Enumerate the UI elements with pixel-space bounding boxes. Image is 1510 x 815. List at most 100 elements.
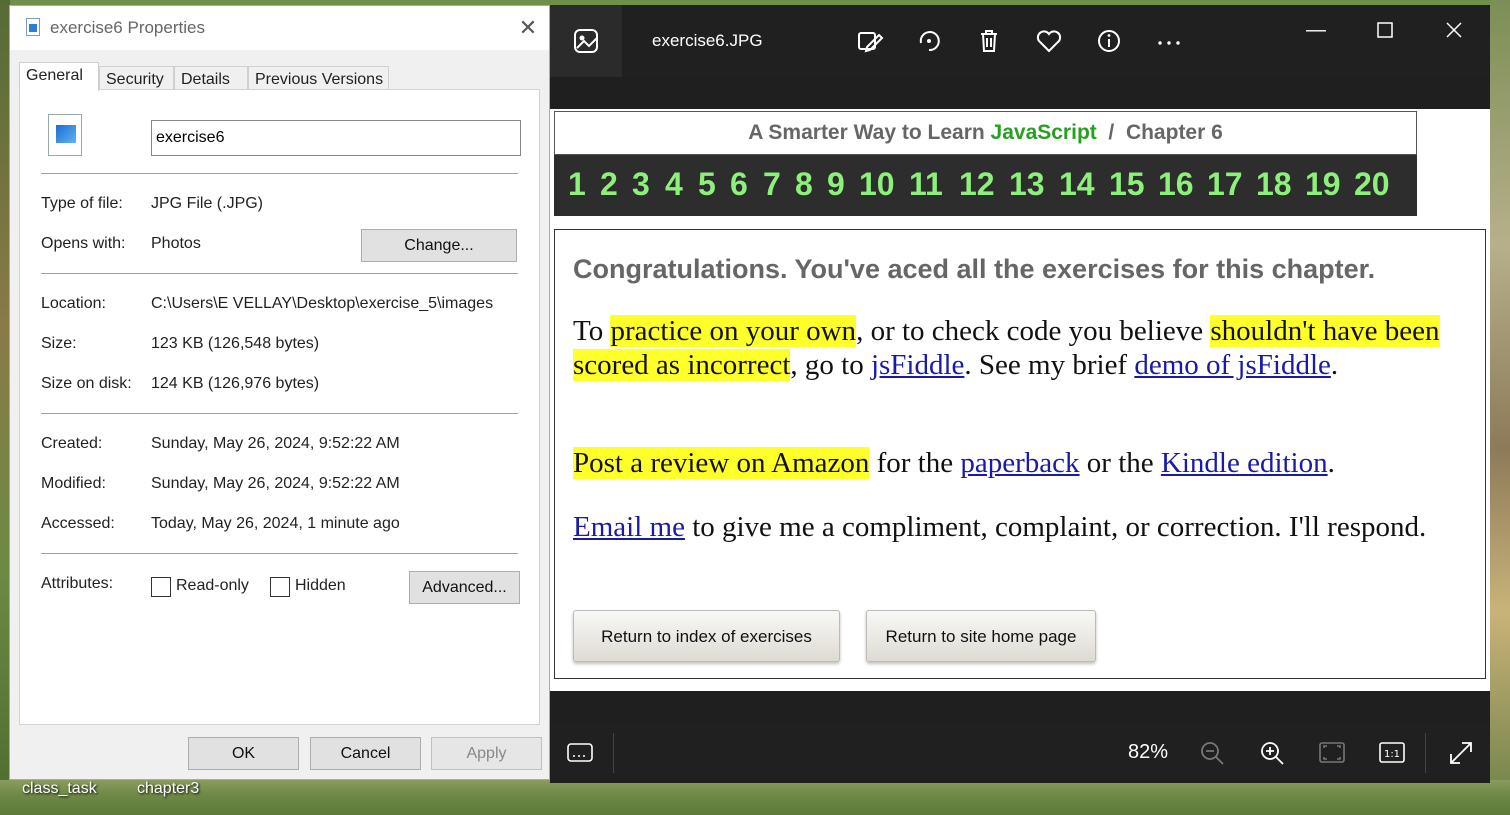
chapter-link[interactable]: 3 [632,166,650,203]
hidden-label: Hidden [295,577,346,594]
chapter-link[interactable]: 18 [1256,166,1292,203]
kindle-edition-link[interactable]: Kindle edition [1161,447,1328,479]
close-icon[interactable]: ✕ [515,15,541,41]
read-only-label: Read-only [176,577,249,594]
close-window-icon[interactable] [1446,22,1462,38]
filmstrip-icon[interactable] [567,742,593,764]
ok-button[interactable]: OK [188,737,299,770]
favorite-icon[interactable] [1033,25,1065,57]
highlight-run: practice on your own [610,315,857,347]
minimize-icon[interactable]: — [1293,10,1339,50]
chapter-link[interactable]: 12 [959,166,995,203]
photos-app-icon [574,29,598,53]
size-on-disk-value: 124 KB (126,976 bytes) [151,375,320,392]
divider [613,733,614,773]
page-header: A Smarter Way to Learn JavaScript / Chap… [554,111,1417,216]
chapter-link[interactable]: 16 [1158,166,1194,203]
hidden-checkbox[interactable] [270,577,290,597]
book-title-prefix: A Smarter Way to Learn [748,121,991,144]
separator [41,553,518,554]
chapter-link[interactable]: 10 [859,166,895,203]
change-button[interactable]: Change... [361,229,517,262]
jsfiddle-link[interactable]: jsFiddle [871,349,964,381]
chapter-link[interactable]: 2 [600,166,618,203]
chapter-nav-bar: 1 2 3 4 5 6 7 8 9 10 11 12 13 14 15 16 1… [554,155,1417,216]
text-run: To [573,315,611,347]
text-run: . [1327,447,1335,479]
chapter-link[interactable]: 6 [730,166,748,203]
general-tab-panel: Type of file: JPG File (.JPG) Opens with… [19,89,540,725]
delete-icon[interactable] [973,25,1005,57]
info-icon[interactable] [1093,25,1125,57]
viewer-file-title: exercise6.JPG [652,31,763,50]
jsfiddle-demo-link[interactable]: demo of jsFiddle [1134,349,1331,381]
photos-app-button[interactable] [550,5,622,77]
cancel-button[interactable]: Cancel [310,737,421,770]
attributes-label: Attributes: [41,575,114,592]
opens-with-value: Photos [151,235,201,252]
advanced-button[interactable]: Advanced... [409,571,520,604]
fullscreen-icon[interactable] [1448,740,1474,766]
text-run: , or to check code you believe [856,315,1211,347]
size-label: Size: [41,335,77,352]
tab-previous-versions[interactable]: Previous Versions [248,66,389,90]
divider [1425,733,1426,773]
apply-button[interactable]: Apply [431,737,542,770]
chapter-link[interactable]: 14 [1059,166,1095,203]
paperback-link[interactable]: paperback [960,447,1079,479]
text-run: . See my brief [964,349,1135,381]
zoom-in-icon[interactable] [1259,740,1285,766]
text-run: , go to [790,349,871,381]
type-of-file-label: Type of file: [41,195,123,212]
dialog-titlebar: exercise6 Properties ✕ [10,6,549,50]
chapter-link[interactable]: 5 [698,166,716,203]
location-value: C:\Users\E VELLAY\Desktop\exercise_5\ima… [151,295,494,312]
tab-general[interactable]: General [19,62,99,91]
actual-size-icon[interactable]: 1:1 [1379,741,1405,765]
chapter-link[interactable]: 1 [568,166,586,203]
text-run: . [1330,349,1339,381]
chapter-link[interactable]: 15 [1109,166,1145,203]
return-to-home-button[interactable]: Return to site home page [866,610,1096,662]
desktop-background-bottom [0,780,1510,815]
size-on-disk-label: Size on disk: [41,375,132,392]
separator [41,173,518,174]
maximize-icon[interactable] [1377,22,1393,38]
zoom-out-icon[interactable] [1199,740,1225,766]
separator [41,413,518,414]
type-of-file-value: JPG File (.JPG) [151,195,264,212]
dialog-title: exercise6 Properties [50,18,205,37]
rotate-icon[interactable] [913,25,945,57]
displayed-image[interactable]: A Smarter Way to Learn JavaScript / Chap… [550,109,1490,691]
chapter-link[interactable]: 4 [665,166,683,203]
chapter-link[interactable]: 20 [1354,166,1390,203]
return-to-index-button[interactable]: Return to index of exercises [573,610,840,662]
chapter-link[interactable]: 8 [795,166,813,203]
created-value: Sunday, May 26, 2024, 9:52:22 AM [151,435,400,452]
desktop-icon-class-task[interactable]: class_task [22,780,97,798]
zoom-level: 82% [1128,741,1169,763]
jpg-file-icon [26,18,40,36]
tab-security[interactable]: Security [99,66,174,90]
chapter-link[interactable]: 13 [1009,166,1045,203]
file-name-input[interactable] [151,120,521,156]
review-paragraph: Post a review on Amazon for the paperbac… [573,446,1463,480]
chapter-link[interactable]: 11 [909,166,943,203]
desktop-icon-chapter3[interactable]: chapter3 [137,780,199,798]
fit-to-window-icon[interactable] [1319,741,1345,765]
chapter-link[interactable]: 17 [1207,166,1243,203]
email-me-link[interactable]: Email me [573,511,685,543]
chapter-link[interactable]: 19 [1305,166,1341,203]
more-icon[interactable] [1153,25,1185,57]
chapter-link[interactable]: 7 [763,166,781,203]
edit-image-icon[interactable] [853,25,885,57]
location-label: Location: [41,295,106,312]
accessed-value: Today, May 26, 2024, 1 minute ago [151,515,400,532]
read-only-checkbox[interactable] [151,577,171,597]
highlight-run: Post a review on Amazon [573,447,870,479]
tab-details[interactable]: Details [174,66,248,90]
book-title-javascript: JavaScript [990,121,1097,144]
created-label: Created: [41,435,103,452]
properties-dialog: exercise6 Properties ✕ General Security … [9,5,550,780]
chapter-link[interactable]: 9 [827,166,845,203]
